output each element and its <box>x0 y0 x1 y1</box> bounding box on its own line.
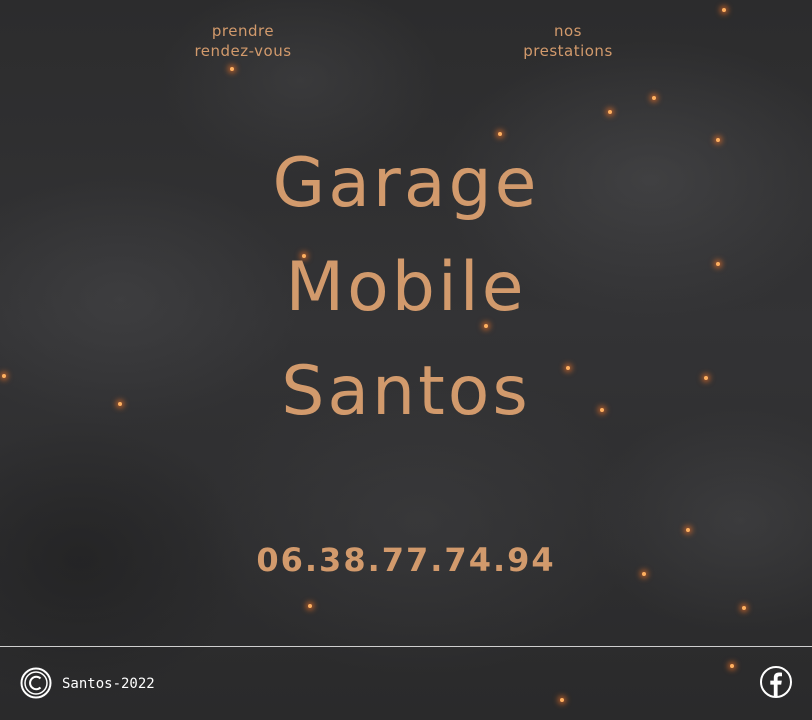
hero-title-line2: Mobile <box>285 248 527 327</box>
copyright-icon <box>20 667 52 699</box>
ember <box>652 96 656 100</box>
ember <box>722 8 726 12</box>
nav-link-rendez-vous[interactable]: prendre rendez-vous <box>180 21 306 61</box>
ember <box>230 67 234 71</box>
ember <box>716 138 720 142</box>
copyright-text: Santos-2022 <box>62 676 155 692</box>
ember <box>686 528 690 532</box>
ember <box>742 606 746 610</box>
ember <box>308 604 312 608</box>
hero-title-line3: Santos <box>281 352 531 431</box>
hero-title-line1: Garage <box>272 144 540 223</box>
facebook-icon[interactable] <box>760 666 792 698</box>
nav-rdv-line1: prendre <box>211 22 275 40</box>
footer: Santos-2022 <box>0 646 812 720</box>
ember <box>498 132 502 136</box>
ember <box>608 110 612 114</box>
nav-prest-line2: prestations <box>523 42 613 60</box>
nav-prest-line1: nos <box>554 22 582 40</box>
nav-link-prestations[interactable]: nos prestations <box>510 21 626 61</box>
phone-number: 06.38.77.74.94 <box>256 541 556 579</box>
nav-rdv-line2: rendez-vous <box>194 42 292 60</box>
